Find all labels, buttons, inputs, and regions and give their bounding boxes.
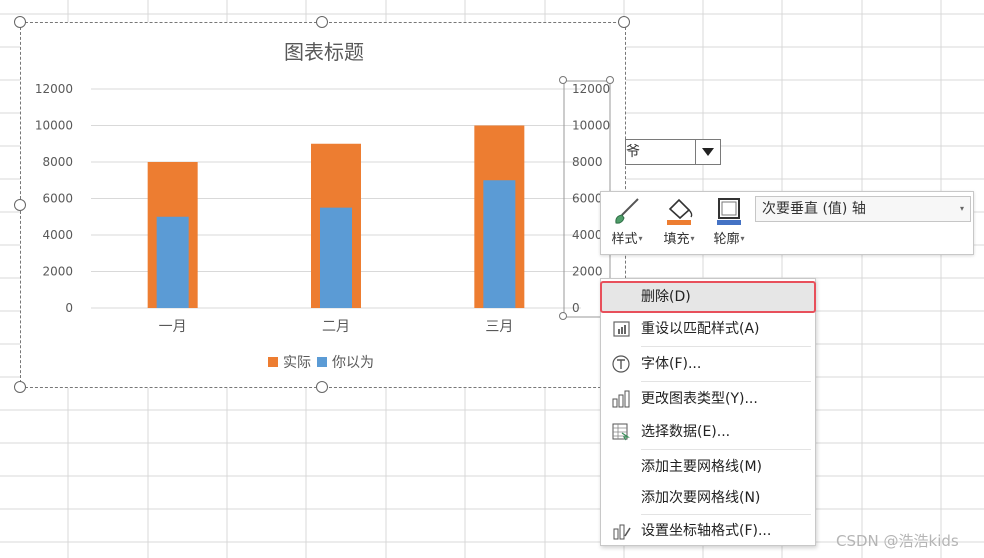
- fill-label: 填充: [663, 232, 690, 247]
- secondary-y-tick-label: 12000: [572, 82, 610, 96]
- menu-item-select-data[interactable]: 选择数据(E)...: [601, 416, 815, 448]
- format-axis-icon: [613, 524, 631, 540]
- chevron-down-icon: ▾: [959, 204, 964, 213]
- legend-swatch-expected: [317, 357, 327, 367]
- secondary-y-tick-label: 2000: [572, 265, 603, 279]
- legend-label-expected: 你以为: [332, 355, 374, 371]
- menu-separator: [641, 346, 811, 347]
- context-menu: 删除(D) 重设以匹配样式(A) 字体(F)... 更改图表类型(Y)... 选…: [600, 278, 816, 546]
- menu-item-format-axis[interactable]: 设置坐标轴格式(F)...: [601, 515, 815, 547]
- fill-button[interactable]: 填充▾: [655, 196, 703, 252]
- chart-resize-handle-left[interactable]: [14, 199, 26, 211]
- menu-item-delete[interactable]: 删除(D): [600, 281, 816, 313]
- chart-resize-handle-bottom[interactable]: [316, 381, 328, 393]
- brush-icon: [615, 198, 639, 224]
- y-tick-label: 10000: [35, 119, 73, 133]
- y-tick-label: 8000: [42, 155, 73, 169]
- menu-item-reset-style[interactable]: 重设以匹配样式(A): [601, 313, 815, 345]
- axis-handle-top-left[interactable]: [559, 76, 567, 84]
- outline-icon: [717, 198, 741, 225]
- chart-resize-handle-top-right[interactable]: [618, 16, 630, 28]
- category-label: 一月: [159, 319, 187, 335]
- chart-legend[interactable]: 实际 你以为: [268, 355, 374, 371]
- legend-label-actual: 实际: [283, 355, 311, 371]
- chart-area[interactable]: 图表标题 0 2000 4000 6000 8000 10000 12000 一月 二月 三月 …: [20, 22, 626, 388]
- secondary-y-tick-label: 8000: [572, 155, 603, 169]
- y-tick-label: 6000: [42, 192, 73, 206]
- axis-handle-bottom-left[interactable]: [559, 312, 567, 320]
- style-button[interactable]: 样式▾: [603, 196, 651, 252]
- font-icon: [612, 355, 630, 373]
- chart-element-select-value: 次要垂直 (值) 轴: [762, 201, 866, 217]
- menu-separator: [641, 381, 811, 382]
- secondary-y-tick-label: 10000: [572, 119, 610, 133]
- y-tick-label: 12000: [35, 82, 73, 96]
- chart-format-mini-toolbar: 样式▾ 填充▾ 轮廓▾ 次要垂直 (值) 轴 ▾: [600, 191, 974, 255]
- chart-type-icon: [612, 390, 630, 408]
- reset-style-icon: [613, 321, 630, 337]
- bar-expected[interactable]: [483, 180, 516, 308]
- bar-expected[interactable]: [156, 216, 189, 308]
- y-tick-label: 2000: [42, 265, 73, 279]
- chart-resize-handle-top-left[interactable]: [14, 16, 26, 28]
- chart-resize-handle-top[interactable]: [316, 16, 328, 28]
- select-data-icon: [612, 423, 630, 441]
- paint-bucket-icon: [667, 198, 693, 225]
- legend-swatch-actual: [268, 357, 278, 367]
- secondary-y-tick-label: 4000: [572, 228, 603, 242]
- chart-title[interactable]: 图表标题: [284, 40, 364, 64]
- cell-dropdown[interactable]: 爷: [625, 139, 721, 165]
- y-tick-label: 4000: [42, 228, 73, 242]
- secondary-y-tick-label: 0: [572, 301, 580, 315]
- chart-plot[interactable]: 图表标题 020004000600080001000012000 一月 二月 三月 …: [21, 23, 627, 389]
- cell-dropdown-value: 爷: [626, 144, 640, 160]
- watermark: CSDN @浩浩kids: [836, 532, 959, 550]
- secondary-y-tick-label: 6000: [572, 192, 603, 206]
- outline-label: 轮廓: [713, 232, 740, 247]
- style-label: 样式: [611, 232, 638, 247]
- menu-item-font[interactable]: 字体(F)...: [601, 348, 815, 380]
- menu-item-change-chart-type[interactable]: 更改图表类型(Y)...: [601, 383, 815, 415]
- category-label: 三月: [485, 319, 513, 335]
- menu-separator: [641, 449, 811, 450]
- triangle-down-icon[interactable]: [695, 140, 720, 164]
- axis-handle-top-right[interactable]: [606, 76, 614, 84]
- menu-item-add-major-gridlines[interactable]: 添加主要网格线(M): [601, 451, 815, 483]
- menu-item-add-minor-gridlines[interactable]: 添加次要网格线(N): [601, 482, 815, 514]
- outline-button[interactable]: 轮廓▾: [705, 196, 753, 252]
- bar-expected[interactable]: [320, 207, 352, 308]
- chart-resize-handle-bottom-left[interactable]: [14, 381, 26, 393]
- chart-element-select[interactable]: 次要垂直 (值) 轴 ▾: [755, 196, 971, 222]
- y-tick-label: 0: [65, 301, 73, 315]
- category-label: 二月: [322, 319, 350, 335]
